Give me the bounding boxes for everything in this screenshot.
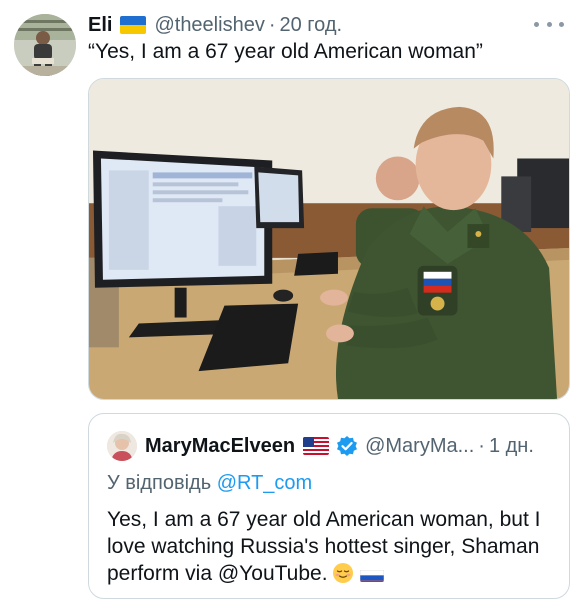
author-avatar[interactable] — [14, 14, 76, 76]
us-flag-icon — [303, 437, 330, 455]
reply-prefix: У відповідь — [107, 472, 212, 494]
reply-context: У відповідь @RT_com — [107, 472, 312, 495]
more-options-icon[interactable] — [534, 14, 564, 34]
quoted-author-avatar[interactable] — [107, 431, 137, 461]
tweet-text: “Yes, I am a 67 year old American woman” — [88, 40, 483, 63]
separator-dot: · — [478, 434, 485, 457]
author-display-name[interactable]: Eli — [88, 14, 112, 37]
quoted-tweet-text: Yes, I am a 67 year old American woman, … — [107, 506, 567, 587]
ukraine-flag-icon — [120, 16, 147, 34]
author-handle[interactable]: @theelishev — [154, 14, 264, 37]
quoted-tweet-timestamp[interactable]: 1 дн. — [489, 435, 534, 458]
reply-to-handle-link[interactable]: @RT_com — [217, 472, 313, 494]
tweet-timestamp[interactable]: 20 год. — [280, 14, 343, 37]
russia-flag-icon — [359, 566, 384, 582]
tweet-photo[interactable] — [88, 78, 570, 400]
verified-badge-icon — [336, 435, 358, 457]
quoted-tweet-header: MaryMacElveen @MaryMa... · 1 дн. — [145, 433, 534, 459]
quoted-tweet[interactable]: MaryMacElveen @MaryMa... · 1 дн. У відпо… — [88, 413, 570, 599]
separator-dot: · — [268, 13, 276, 36]
tweet[interactable]: Eli @theelishev · 20 год. “Yes, I am a 6… — [0, 0, 584, 602]
quoted-tweet-body: Yes, I am a 67 year old American woman, … — [107, 508, 541, 585]
quoted-author-display-name[interactable]: MaryMacElveen — [145, 435, 295, 458]
tweet-header: Eli @theelishev · 20 год. — [88, 12, 342, 38]
relieved-face-emoji-icon — [332, 562, 354, 584]
quoted-author-handle[interactable]: @MaryMa... — [365, 435, 474, 458]
